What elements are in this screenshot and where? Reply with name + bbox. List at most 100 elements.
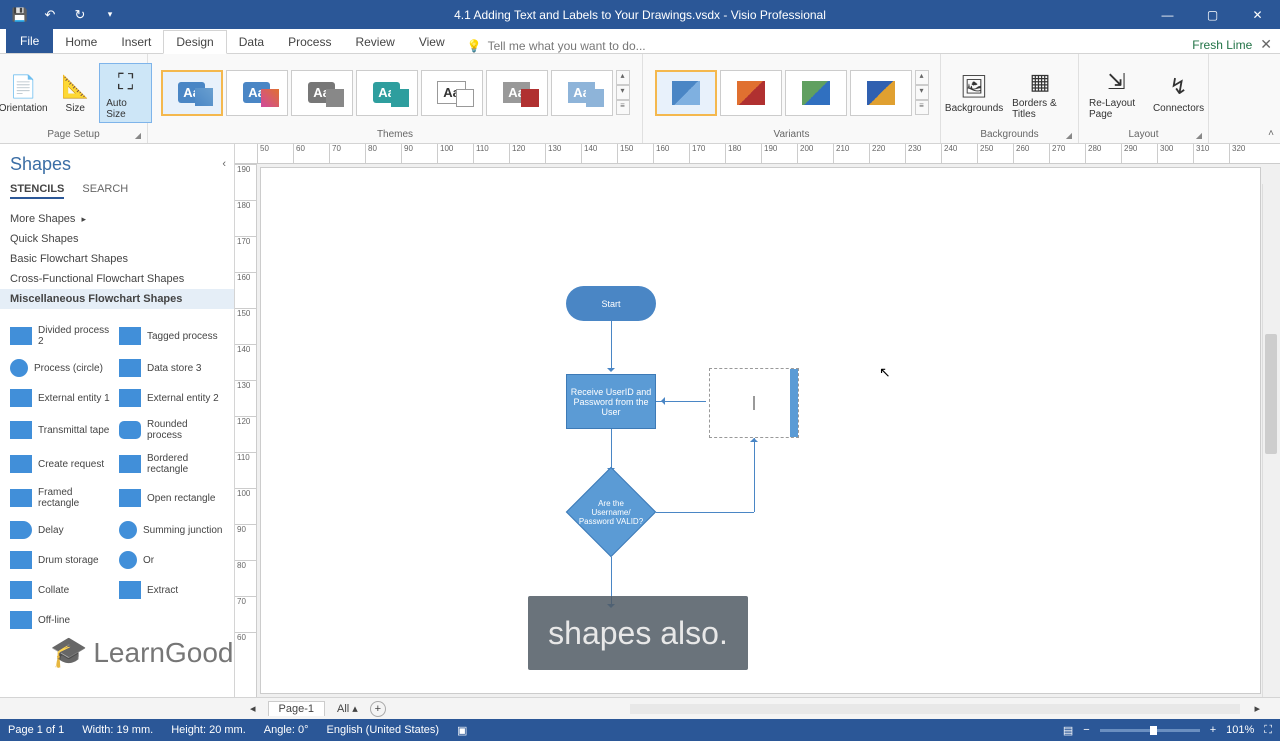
- tab-home[interactable]: Home: [53, 31, 109, 53]
- shape-offline[interactable]: Off-line: [8, 605, 117, 635]
- shape-tagged-process[interactable]: Tagged process: [117, 319, 226, 353]
- shape-collate[interactable]: Collate: [8, 575, 117, 605]
- drawing-page[interactable]: Start Receive UserID and Password from t…: [261, 168, 1260, 693]
- shape-open-rectangle[interactable]: Open rectangle: [117, 481, 226, 515]
- theme-tile[interactable]: Aa: [421, 70, 483, 116]
- shape-bordered-rectangle[interactable]: Bordered rectangle: [117, 447, 226, 481]
- stencil-quick-shapes[interactable]: Quick Shapes: [0, 229, 234, 249]
- dialog-launcher-icon[interactable]: ◢: [1066, 131, 1072, 140]
- macro-record-icon[interactable]: ▣: [457, 724, 467, 737]
- theme-tile[interactable]: Aa: [486, 70, 548, 116]
- theme-tile[interactable]: Aa: [226, 70, 288, 116]
- undo-icon[interactable]: ↶: [42, 7, 58, 23]
- page-nav-prev-icon[interactable]: ◂: [250, 702, 256, 715]
- status-width: Width: 19 mm.: [82, 724, 153, 736]
- canvas-area: 5060708090100110120130140150160170180190…: [235, 144, 1280, 697]
- gallery-scroll[interactable]: ▴▾≡: [915, 70, 929, 115]
- themes-gallery[interactable]: Aa Aa Aa Aa Aa Aa Aa ▴▾≡: [161, 70, 630, 116]
- fit-window-icon[interactable]: ⛶: [1264, 724, 1272, 737]
- search-tab[interactable]: SEARCH: [82, 183, 128, 199]
- shape-framed-rectangle[interactable]: Framed rectangle: [8, 481, 117, 515]
- variant-tile[interactable]: [720, 70, 782, 116]
- variant-tile[interactable]: [850, 70, 912, 116]
- stencil-miscellaneous[interactable]: Miscellaneous Flowchart Shapes: [0, 289, 234, 309]
- tell-me-search[interactable]: 💡 Tell me what you want to do...: [467, 39, 646, 53]
- graduation-cap-icon: 🎓: [50, 635, 87, 670]
- backgrounds-button[interactable]: 🖼Backgrounds: [945, 69, 1003, 116]
- theme-tile[interactable]: Aa: [161, 70, 223, 116]
- variant-tile[interactable]: [655, 70, 717, 116]
- theme-tile[interactable]: Aa: [356, 70, 418, 116]
- shape-or[interactable]: Or: [117, 545, 226, 575]
- shape-data-store-3[interactable]: Data store 3: [117, 353, 226, 383]
- auto-size-button[interactable]: ⛶Auto Size: [99, 63, 152, 123]
- connectors-button[interactable]: ↯Connectors: [1153, 69, 1204, 116]
- tab-review[interactable]: Review: [343, 31, 406, 53]
- tab-design[interactable]: Design: [163, 30, 226, 54]
- zoom-out-icon[interactable]: −: [1083, 724, 1089, 736]
- connector[interactable]: [611, 429, 612, 471]
- shape-drum-storage[interactable]: Drum storage: [8, 545, 117, 575]
- connector[interactable]: [611, 321, 612, 371]
- presentation-mode-icon[interactable]: ▤: [1063, 724, 1073, 737]
- stencil-more-shapes[interactable]: More Shapes▸: [0, 209, 234, 229]
- tab-data[interactable]: Data: [227, 31, 276, 53]
- variant-tile[interactable]: [785, 70, 847, 116]
- qat-more-icon[interactable]: ▾: [102, 7, 118, 23]
- tab-process[interactable]: Process: [276, 31, 343, 53]
- collapse-panel-icon[interactable]: ‹: [222, 158, 226, 170]
- size-button[interactable]: 📐Size: [54, 69, 96, 116]
- variants-gallery[interactable]: ▴▾≡: [655, 70, 929, 116]
- tab-view[interactable]: View: [407, 31, 457, 53]
- shape-external-entity-1[interactable]: External entity 1: [8, 383, 117, 413]
- close-icon[interactable]: ✕: [1235, 0, 1280, 29]
- stencil-cross-functional[interactable]: Cross-Functional Flowchart Shapes: [0, 269, 234, 289]
- pages-all[interactable]: All ▴: [337, 702, 358, 715]
- orientation-button[interactable]: 📄Orientation: [0, 69, 51, 116]
- window-buttons: — ▢ ✕: [1145, 0, 1280, 29]
- shape-create-request[interactable]: Create request: [8, 447, 117, 481]
- shape-external-entity-2[interactable]: External entity 2: [117, 383, 226, 413]
- save-icon[interactable]: 💾: [12, 7, 28, 23]
- collapse-ribbon-icon[interactable]: ˄: [1268, 128, 1274, 139]
- flowchart-start[interactable]: Start: [566, 286, 656, 321]
- flowchart-decision-valid[interactable]: Are the Username/ Password VALID?: [566, 467, 656, 557]
- flowchart-process-receive[interactable]: Receive UserID and Password from the Use…: [566, 374, 656, 429]
- gallery-scroll[interactable]: ▴▾≡: [616, 70, 630, 115]
- add-page-button[interactable]: +: [370, 701, 386, 717]
- horizontal-scrollbar[interactable]: [630, 704, 1240, 714]
- tab-insert[interactable]: Insert: [109, 31, 163, 53]
- maximize-icon[interactable]: ▢: [1190, 0, 1235, 29]
- stencil-list: More Shapes▸ Quick Shapes Basic Flowchar…: [0, 205, 234, 313]
- zoom-slider[interactable]: [1100, 729, 1200, 732]
- shapes-panel-title: Shapes ‹: [0, 144, 234, 179]
- connector[interactable]: [656, 512, 754, 513]
- relayout-button[interactable]: ⇲Re-Layout Page: [1083, 64, 1150, 122]
- connector[interactable]: [754, 438, 755, 512]
- shape-delay[interactable]: Delay: [8, 515, 117, 545]
- shape-process-circle[interactable]: Process (circle): [8, 353, 117, 383]
- minimize-icon[interactable]: —: [1145, 0, 1190, 29]
- stencils-tab[interactable]: STENCILS: [10, 183, 64, 199]
- page-tab-page1[interactable]: Page-1: [268, 701, 325, 716]
- shape-extract[interactable]: Extract: [117, 575, 226, 605]
- redo-icon[interactable]: ↻: [72, 7, 88, 23]
- shape-divided-process-2[interactable]: Divided process 2: [8, 319, 117, 353]
- ribbon-close-icon[interactable]: ✕: [1260, 36, 1272, 53]
- page-nav-next-icon[interactable]: ▸: [1254, 702, 1260, 715]
- borders-titles-button[interactable]: ▦Borders & Titles: [1006, 64, 1074, 122]
- theme-tile[interactable]: Aa: [551, 70, 613, 116]
- zoom-in-icon[interactable]: +: [1210, 724, 1216, 736]
- tab-file[interactable]: File: [6, 29, 53, 53]
- shape-transmittal-tape[interactable]: Transmittal tape: [8, 413, 117, 447]
- orientation-icon: 📄: [7, 71, 39, 103]
- dialog-launcher-icon[interactable]: ◢: [135, 131, 141, 140]
- dialog-launcher-icon[interactable]: ◢: [1196, 131, 1202, 140]
- arrow-up-icon: [750, 434, 758, 442]
- flowchart-stored-data-selected[interactable]: [709, 368, 799, 438]
- shape-summing-junction[interactable]: Summing junction: [117, 515, 226, 545]
- theme-tile[interactable]: Aa: [291, 70, 353, 116]
- vertical-scrollbar[interactable]: [1262, 184, 1278, 697]
- stencil-basic-flowchart[interactable]: Basic Flowchart Shapes: [0, 249, 234, 269]
- shape-rounded-process[interactable]: Rounded process: [117, 413, 226, 447]
